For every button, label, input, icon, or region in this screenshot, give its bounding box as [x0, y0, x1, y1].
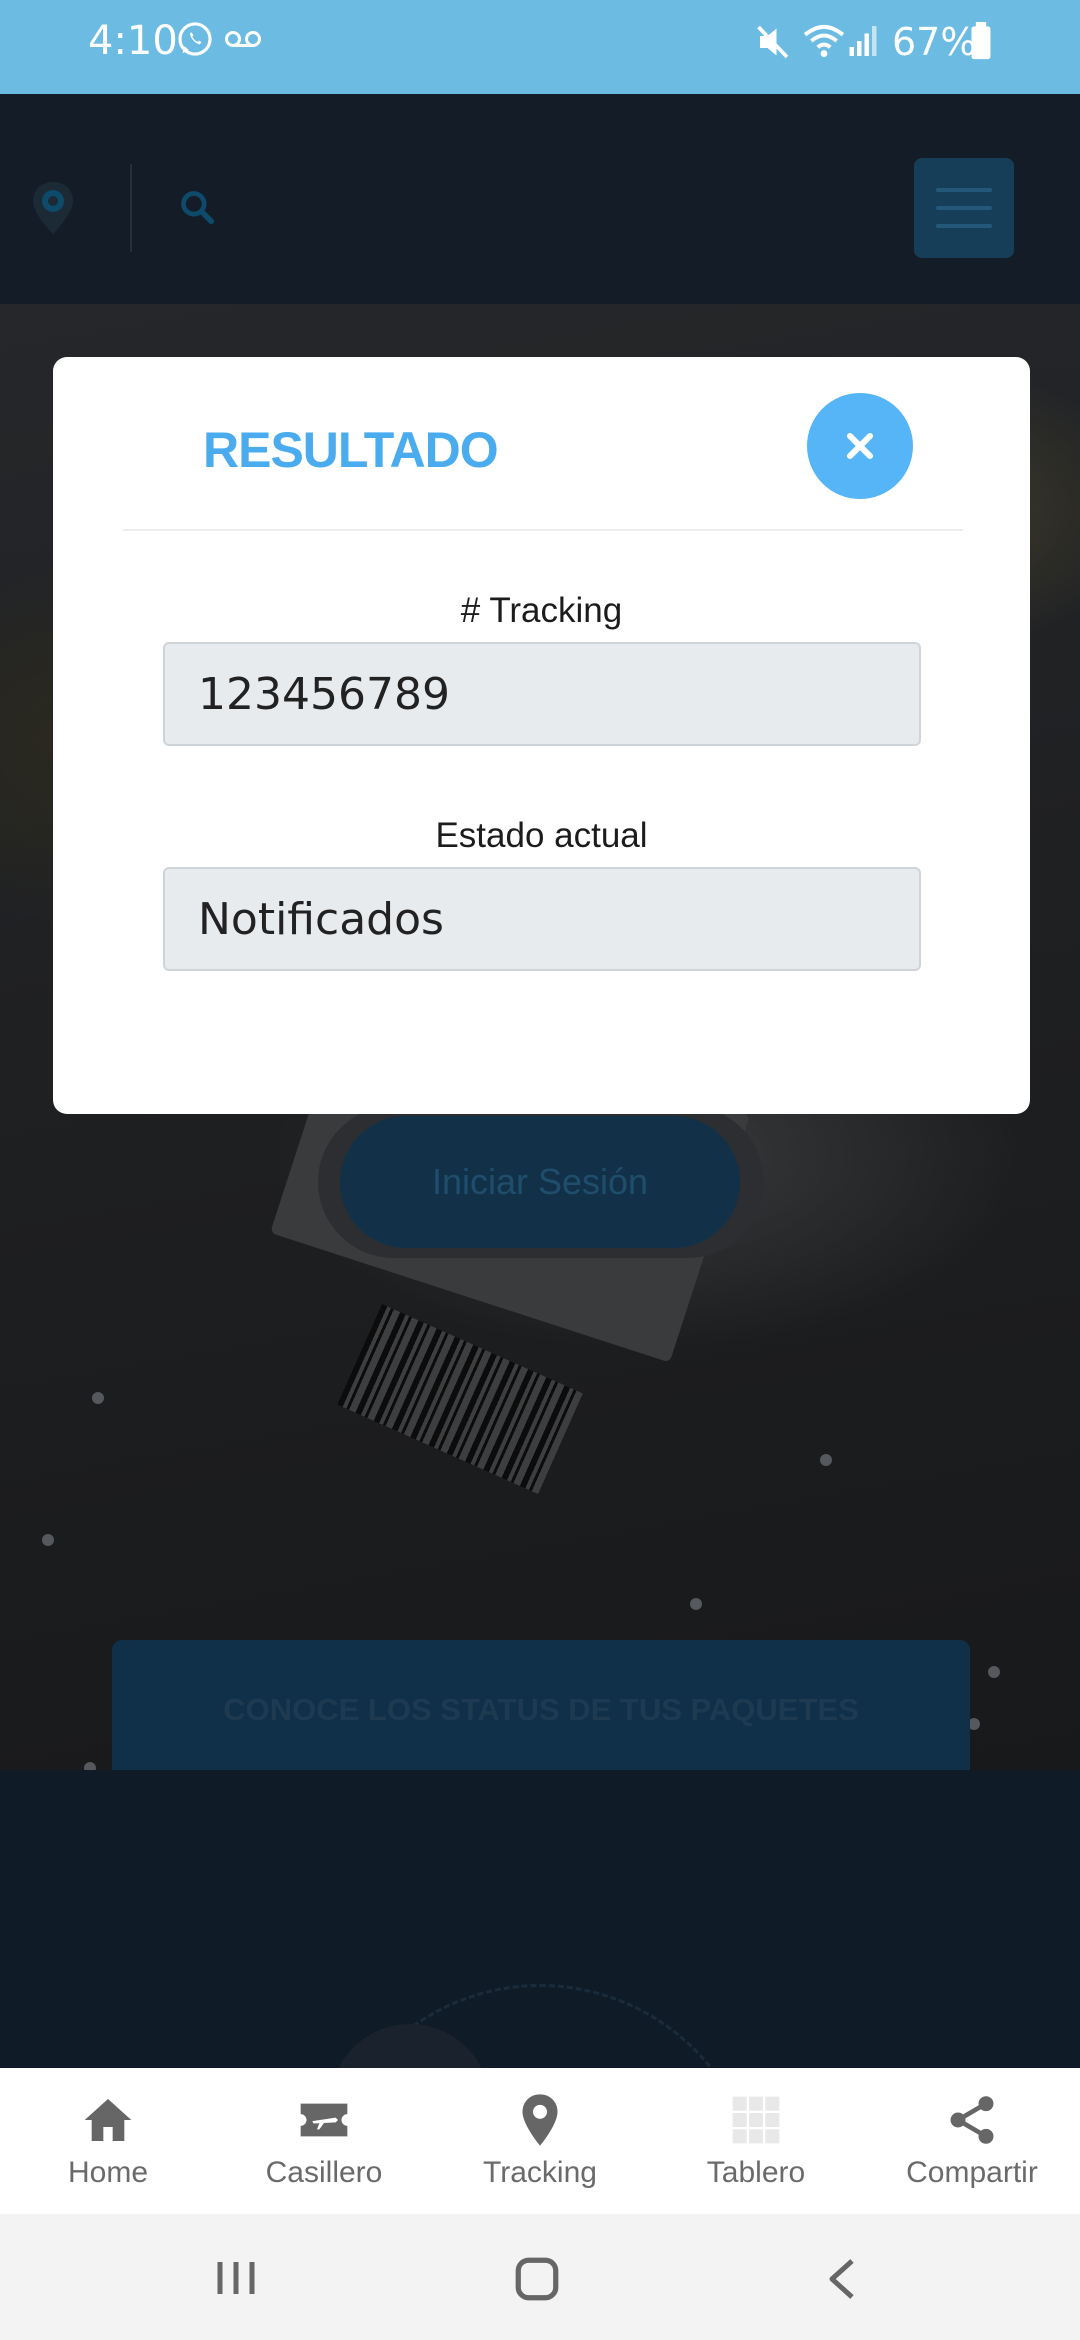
nav-home[interactable]: Home [0, 2068, 216, 2214]
estado-label: Estado actual [435, 816, 648, 855]
wifi-icon [803, 24, 845, 58]
nav-casillero-label: Casillero [265, 2156, 383, 2189]
decor-dot [820, 1454, 832, 1466]
mute-icon [757, 25, 789, 59]
nav-compartir-label: Compartir [906, 2156, 1038, 2189]
login-button[interactable]: Iniciar Sesión [340, 1116, 740, 1248]
home-button-icon[interactable] [512, 2254, 562, 2304]
tracking-label: # Tracking [460, 591, 623, 630]
tracking-field[interactable]: 123456789 [163, 642, 921, 746]
bottom-section [0, 1770, 1080, 2068]
whatsapp-icon [178, 22, 212, 56]
voicemail-icon [225, 31, 261, 47]
nav-tablero-label: Tablero [706, 2156, 806, 2189]
nav-compartir[interactable]: Compartir [864, 2068, 1080, 2214]
bottom-navigation: Home Casillero Tracking Tablero Comparti… [0, 2068, 1080, 2214]
battery-percent: 67% [892, 20, 977, 64]
result-modal: RESULTADO # Tracking 123456789 Estado ac… [53, 357, 1030, 1114]
home-icon [84, 2099, 132, 2141]
decor-dot [988, 1666, 1000, 1678]
signal-icon [849, 26, 877, 56]
ticket-plane-icon [300, 2103, 348, 2137]
back-icon[interactable] [822, 2254, 862, 2304]
status-bar: 4:10 67% [0, 0, 1080, 94]
nav-divider [130, 164, 132, 252]
nav-tracking[interactable]: Tracking [432, 2068, 648, 2214]
close-button[interactable] [807, 393, 913, 499]
barcode-image [337, 1304, 583, 1494]
nav-casillero[interactable]: Casillero [216, 2068, 432, 2214]
modal-divider [123, 529, 963, 531]
modal-title: RESULTADO [203, 422, 499, 478]
close-x-icon [847, 433, 873, 459]
system-navigation [0, 2214, 1080, 2340]
nav-tablero[interactable]: Tablero [648, 2068, 864, 2214]
nav-tracking-label: Tracking [483, 2156, 597, 2189]
recent-apps-icon[interactable] [214, 2256, 258, 2300]
battery-icon [971, 22, 991, 60]
search-icon[interactable] [178, 188, 216, 226]
grid-icon [732, 2096, 780, 2144]
map-pin-icon [522, 2094, 558, 2146]
estado-field[interactable]: Notificados [163, 867, 921, 971]
logo-pin-icon[interactable] [28, 180, 78, 236]
decor-dot [690, 1598, 702, 1610]
decor-dot [92, 1392, 104, 1404]
top-navbar [0, 94, 1080, 304]
status-time: 4:10 [88, 18, 178, 64]
hamburger-menu-button[interactable] [914, 158, 1014, 258]
nav-home-label: Home [67, 2156, 149, 2189]
decor-dot [42, 1534, 54, 1546]
share-icon [950, 2096, 994, 2144]
status-card-title: CONOCE LOS STATUS DE TUS PAQUETES [112, 1640, 970, 1770]
